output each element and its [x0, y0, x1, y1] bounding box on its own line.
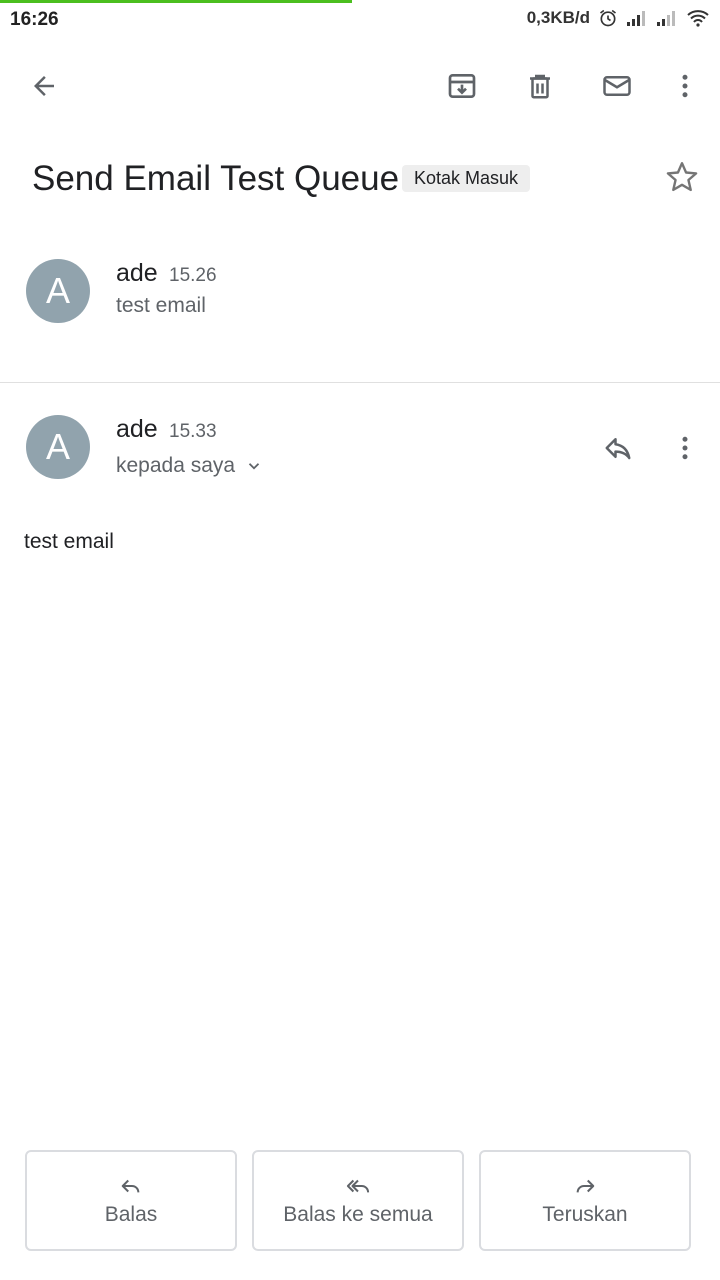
- delete-button[interactable]: [518, 64, 562, 108]
- archive-button[interactable]: [440, 64, 484, 108]
- back-button[interactable]: [22, 64, 66, 108]
- toolbar: [0, 48, 720, 120]
- inbox-label-chip[interactable]: Kotak Masuk: [402, 165, 531, 192]
- message-snippet: test email: [116, 294, 206, 317]
- reply-all-icon: [346, 1179, 370, 1193]
- reply-button[interactable]: [596, 426, 640, 470]
- subject-row: Send Email Test Queue Kotak Masuk: [32, 155, 720, 207]
- message-more-button[interactable]: [663, 426, 707, 470]
- status-time: 16:26: [10, 9, 59, 30]
- mail-icon: [603, 76, 631, 96]
- delete-icon: [530, 74, 550, 99]
- archive-icon: [448, 74, 476, 98]
- sender-name: ade: [116, 259, 158, 287]
- message-body: test email: [24, 530, 114, 553]
- network-speed: 0,3KB/d: [526, 8, 590, 27]
- forward-action-button[interactable]: Teruskan: [479, 1150, 691, 1251]
- reply-icon: [121, 1179, 140, 1193]
- wifi-icon: [687, 10, 709, 27]
- reply-label: Balas: [104, 1202, 158, 1226]
- signal-icon: [657, 11, 675, 26]
- more-vert-icon: [682, 436, 688, 460]
- more-vert-icon: [682, 74, 688, 98]
- message-divider: [0, 382, 720, 383]
- forward-label: Teruskan: [542, 1202, 628, 1226]
- sender-name: ade: [116, 415, 158, 443]
- signal-icon: [627, 11, 645, 26]
- more-options-button[interactable]: [663, 64, 707, 108]
- alarm-icon: [600, 9, 616, 27]
- status-indicators: 0,3KB/d: [527, 8, 710, 28]
- email-subject: Send Email Test Queue: [32, 159, 400, 198]
- sender-avatar: A: [26, 259, 90, 323]
- reply-icon: [605, 438, 631, 460]
- mark-unread-button[interactable]: [595, 64, 639, 108]
- star-icon: [666, 162, 698, 192]
- recipients-text: kepada saya: [116, 454, 236, 477]
- chevron-down-icon: [248, 463, 260, 470]
- back-arrow-icon: [34, 76, 54, 96]
- forward-icon: [576, 1179, 595, 1193]
- star-button[interactable]: [664, 159, 704, 199]
- recipients-toggle[interactable]: kepada saya: [116, 454, 263, 478]
- sender-avatar[interactable]: A: [26, 415, 90, 479]
- status-bar: 16:26 0,3KB/d: [0, 0, 720, 40]
- reply-action-button[interactable]: Balas: [25, 1150, 237, 1251]
- reply-all-action-button[interactable]: Balas ke semua: [252, 1150, 464, 1251]
- message-time: 15.33: [169, 421, 217, 442]
- reply-all-label: Balas ke semua: [283, 1202, 433, 1226]
- message-time: 15.26: [169, 265, 217, 286]
